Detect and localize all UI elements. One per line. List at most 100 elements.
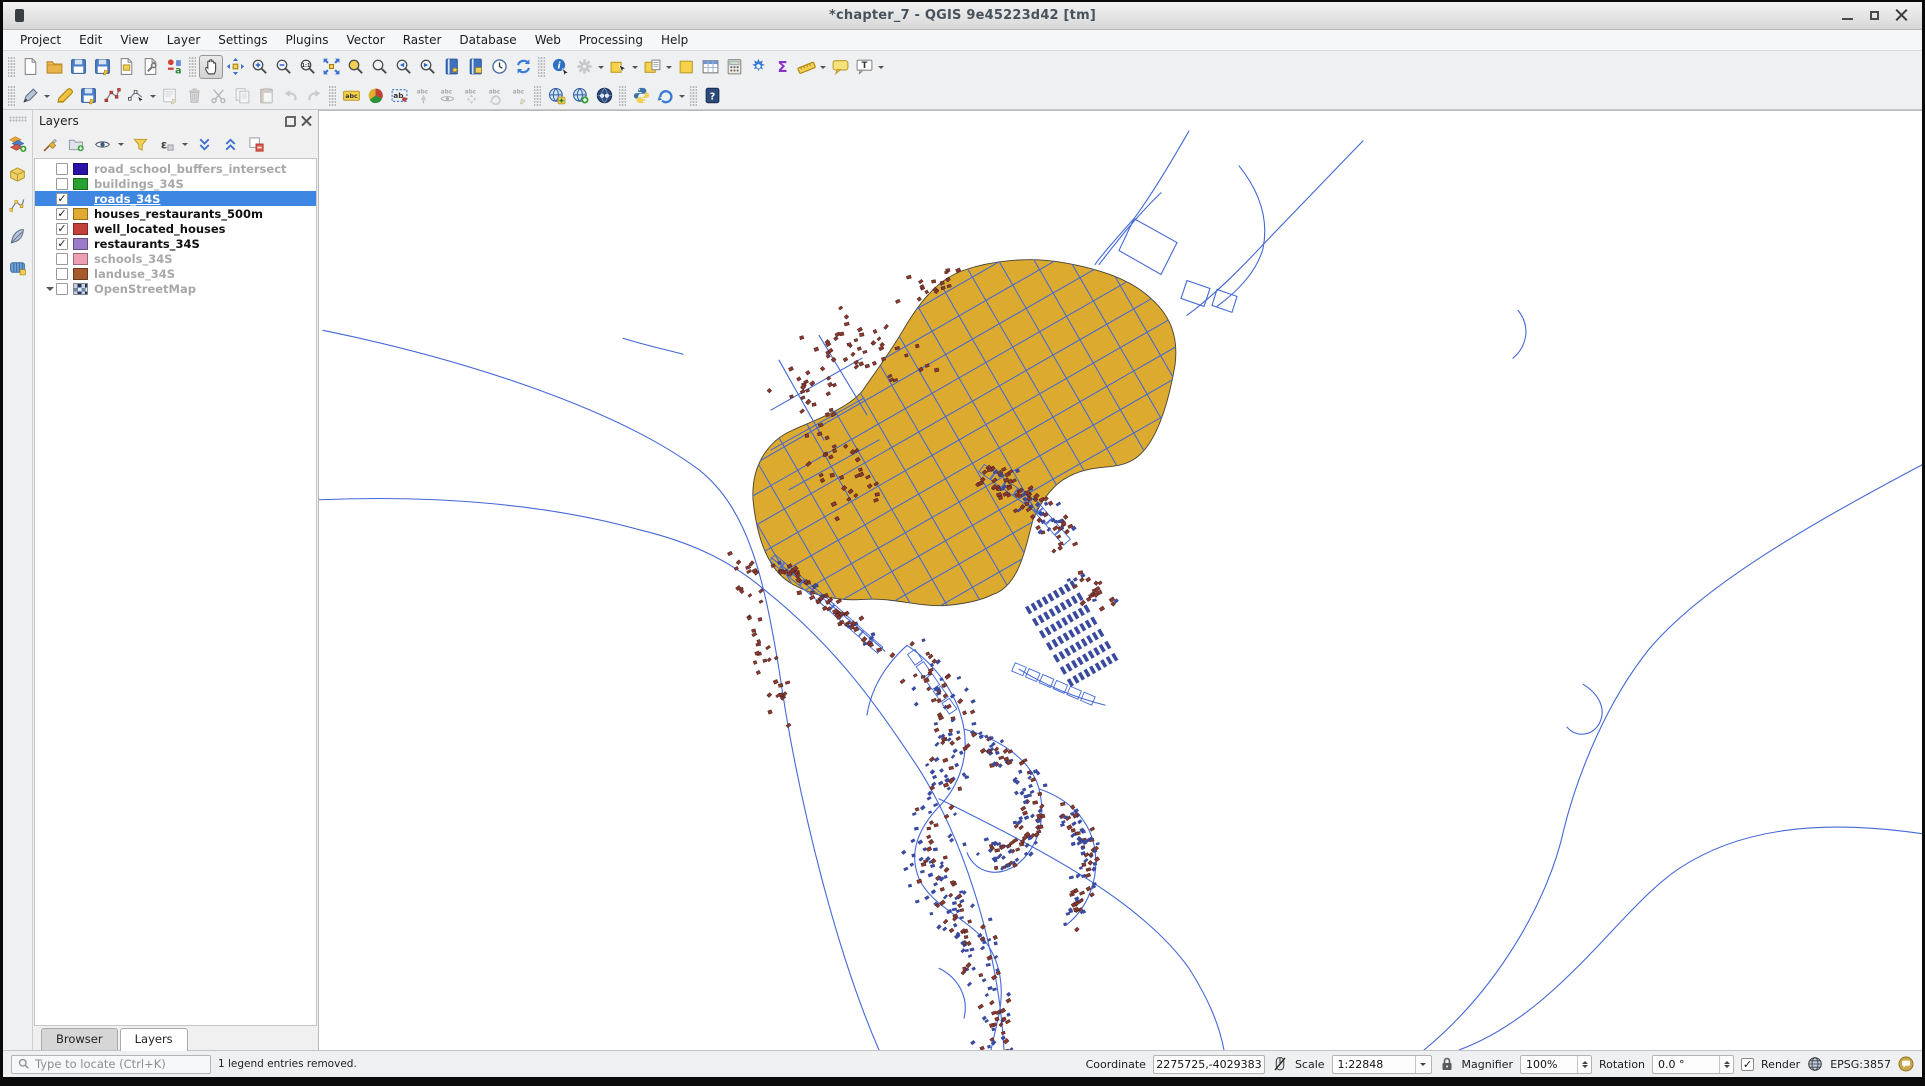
remove-layer-icon[interactable] (245, 133, 267, 155)
save-project-icon[interactable] (66, 55, 90, 79)
locate-input[interactable]: Type to locate (Ctrl+K) (11, 1055, 211, 1074)
layer-checkbox[interactable] (56, 163, 68, 175)
identify-features-icon[interactable]: i (548, 55, 572, 79)
map-canvas[interactable] (319, 110, 1922, 1050)
rotation-spin-buttons[interactable] (1719, 1056, 1733, 1073)
layer-checkbox[interactable]: ✓ (56, 238, 68, 250)
delete-selected-icon[interactable] (182, 84, 206, 108)
zoom-to-selection-icon[interactable] (343, 55, 367, 79)
toolbar-handle[interactable] (329, 86, 336, 106)
save-project-as-icon[interactable] (90, 55, 114, 79)
layer-checkbox[interactable] (56, 283, 68, 295)
filter-by-expression-icon[interactable]: ε (155, 133, 177, 155)
new-geopackage-layer-icon[interactable] (6, 162, 30, 186)
close-panel-icon[interactable] (301, 116, 312, 127)
pin-labels-icon[interactable]: abc (411, 84, 435, 108)
processing-toolbox-icon[interactable] (746, 55, 770, 79)
toolbar-handle[interactable] (534, 86, 541, 106)
toolbar-handle[interactable] (690, 86, 697, 106)
zoom-last-icon[interactable] (391, 55, 415, 79)
measure-dropdown-icon[interactable] (818, 55, 828, 79)
zoom-to-layer-icon[interactable] (367, 55, 391, 79)
style-manager-icon[interactable]: a (162, 55, 186, 79)
toggle-editing-icon[interactable] (52, 84, 76, 108)
add-wcs-layer-icon[interactable] (568, 84, 592, 108)
current-edits-icon[interactable] (18, 84, 42, 108)
menu-view[interactable]: View (111, 31, 157, 49)
pan-map-icon[interactable] (199, 55, 223, 79)
select-features-dropdown-icon[interactable] (630, 55, 640, 79)
statistical-summary-icon[interactable]: Σ (770, 55, 794, 79)
new-spatial-bookmark-icon[interactable] (439, 55, 463, 79)
crs-globe-icon[interactable] (1807, 1056, 1823, 1072)
layer-row-landuse_34S[interactable]: landuse_34S (35, 266, 316, 281)
field-calculator-icon[interactable] (722, 55, 746, 79)
zoom-full-icon[interactable] (319, 55, 343, 79)
refresh-map-icon[interactable] (511, 55, 535, 79)
layer-checkbox[interactable]: ✓ (56, 193, 68, 205)
layer-row-road_school_buffers_intersect[interactable]: road_school_buffers_intersect (35, 161, 316, 176)
zoom-in-icon[interactable] (247, 55, 271, 79)
toolbar-handle[interactable] (538, 57, 545, 77)
lock-scale-icon[interactable] (1439, 1056, 1455, 1072)
save-layer-edits-icon[interactable] (76, 84, 100, 108)
paste-features-icon[interactable] (254, 84, 278, 108)
copy-features-icon[interactable] (230, 84, 254, 108)
magnifier-spin-buttons[interactable] (1577, 1056, 1591, 1073)
open-attribute-table-icon[interactable] (698, 55, 722, 79)
rotate-label-icon[interactable]: abc (483, 84, 507, 108)
redo-icon[interactable] (302, 84, 326, 108)
zoom-native-icon[interactable]: 1:1 (295, 55, 319, 79)
new-shapefile-layer-icon[interactable] (6, 193, 30, 217)
run-feature-action-icon[interactable] (572, 55, 596, 79)
minimize-button[interactable] (1841, 9, 1854, 22)
pan-to-selection-icon[interactable] (223, 55, 247, 79)
toolbar-handle[interactable] (619, 86, 626, 106)
dock-tab-browser[interactable]: Browser (41, 1028, 118, 1050)
modify-attributes-icon[interactable] (158, 84, 182, 108)
data-source-manager-icon[interactable] (6, 131, 30, 155)
layer-row-schools_34S[interactable]: schools_34S (35, 251, 316, 266)
float-panel-icon[interactable] (285, 116, 296, 127)
scale-combobox[interactable]: 1:22848 (1332, 1055, 1432, 1074)
collapse-all-icon[interactable] (219, 133, 241, 155)
undo-icon[interactable] (278, 84, 302, 108)
new-spatialite-layer-icon[interactable] (6, 224, 30, 248)
coordinate-input[interactable]: 2275725,-4029383 (1153, 1055, 1265, 1074)
plugin-tools-icon[interactable] (653, 84, 677, 108)
layer-labeling-icon[interactable]: abc (339, 84, 363, 108)
plugin-tools-dropdown-icon[interactable] (677, 84, 687, 108)
expand-all-icon[interactable] (193, 133, 215, 155)
layer-row-restaurants_34S[interactable]: ✓restaurants_34S (35, 236, 316, 251)
menu-plugins[interactable]: Plugins (276, 31, 337, 49)
new-print-layout-icon[interactable] (114, 55, 138, 79)
toolbar-handle[interactable] (189, 57, 196, 77)
measure-icon[interactable] (794, 55, 818, 79)
filter-legend-icon[interactable] (129, 133, 151, 155)
menu-processing[interactable]: Processing (570, 31, 652, 49)
change-label-icon[interactable]: abc (507, 84, 531, 108)
zoom-out-icon[interactable] (271, 55, 295, 79)
dock-tab-layers[interactable]: Layers (120, 1028, 188, 1051)
add-line-feature-icon[interactable] (100, 84, 124, 108)
title-bar[interactable]: *chapter_7 - QGIS 9e45223d42 [tm] (3, 2, 1922, 30)
extents-toggle-icon[interactable] (1272, 1056, 1288, 1072)
rotation-spinbox[interactable]: 0.0 ° (1652, 1055, 1734, 1074)
cut-features-icon[interactable] (206, 84, 230, 108)
metasearch-icon[interactable] (592, 84, 616, 108)
toolbar-handle[interactable] (9, 116, 27, 122)
toolbar-handle[interactable] (8, 86, 15, 106)
layer-diagram-icon[interactable] (363, 84, 387, 108)
layer-row-well_located_houses[interactable]: ✓well_located_houses (35, 221, 316, 236)
select-features-icon[interactable] (606, 55, 630, 79)
menu-layer[interactable]: Layer (158, 31, 209, 49)
map-render[interactable] (319, 111, 1922, 1050)
maximize-button[interactable] (1868, 9, 1881, 22)
temporal-controller-icon[interactable] (487, 55, 511, 79)
menu-web[interactable]: Web (526, 31, 570, 49)
show-bookmarks-icon[interactable] (463, 55, 487, 79)
expand-icon[interactable] (43, 283, 56, 295)
menu-help[interactable]: Help (652, 31, 697, 49)
menu-vector[interactable]: Vector (337, 31, 393, 49)
text-annotation-dropdown-icon[interactable] (876, 55, 886, 79)
